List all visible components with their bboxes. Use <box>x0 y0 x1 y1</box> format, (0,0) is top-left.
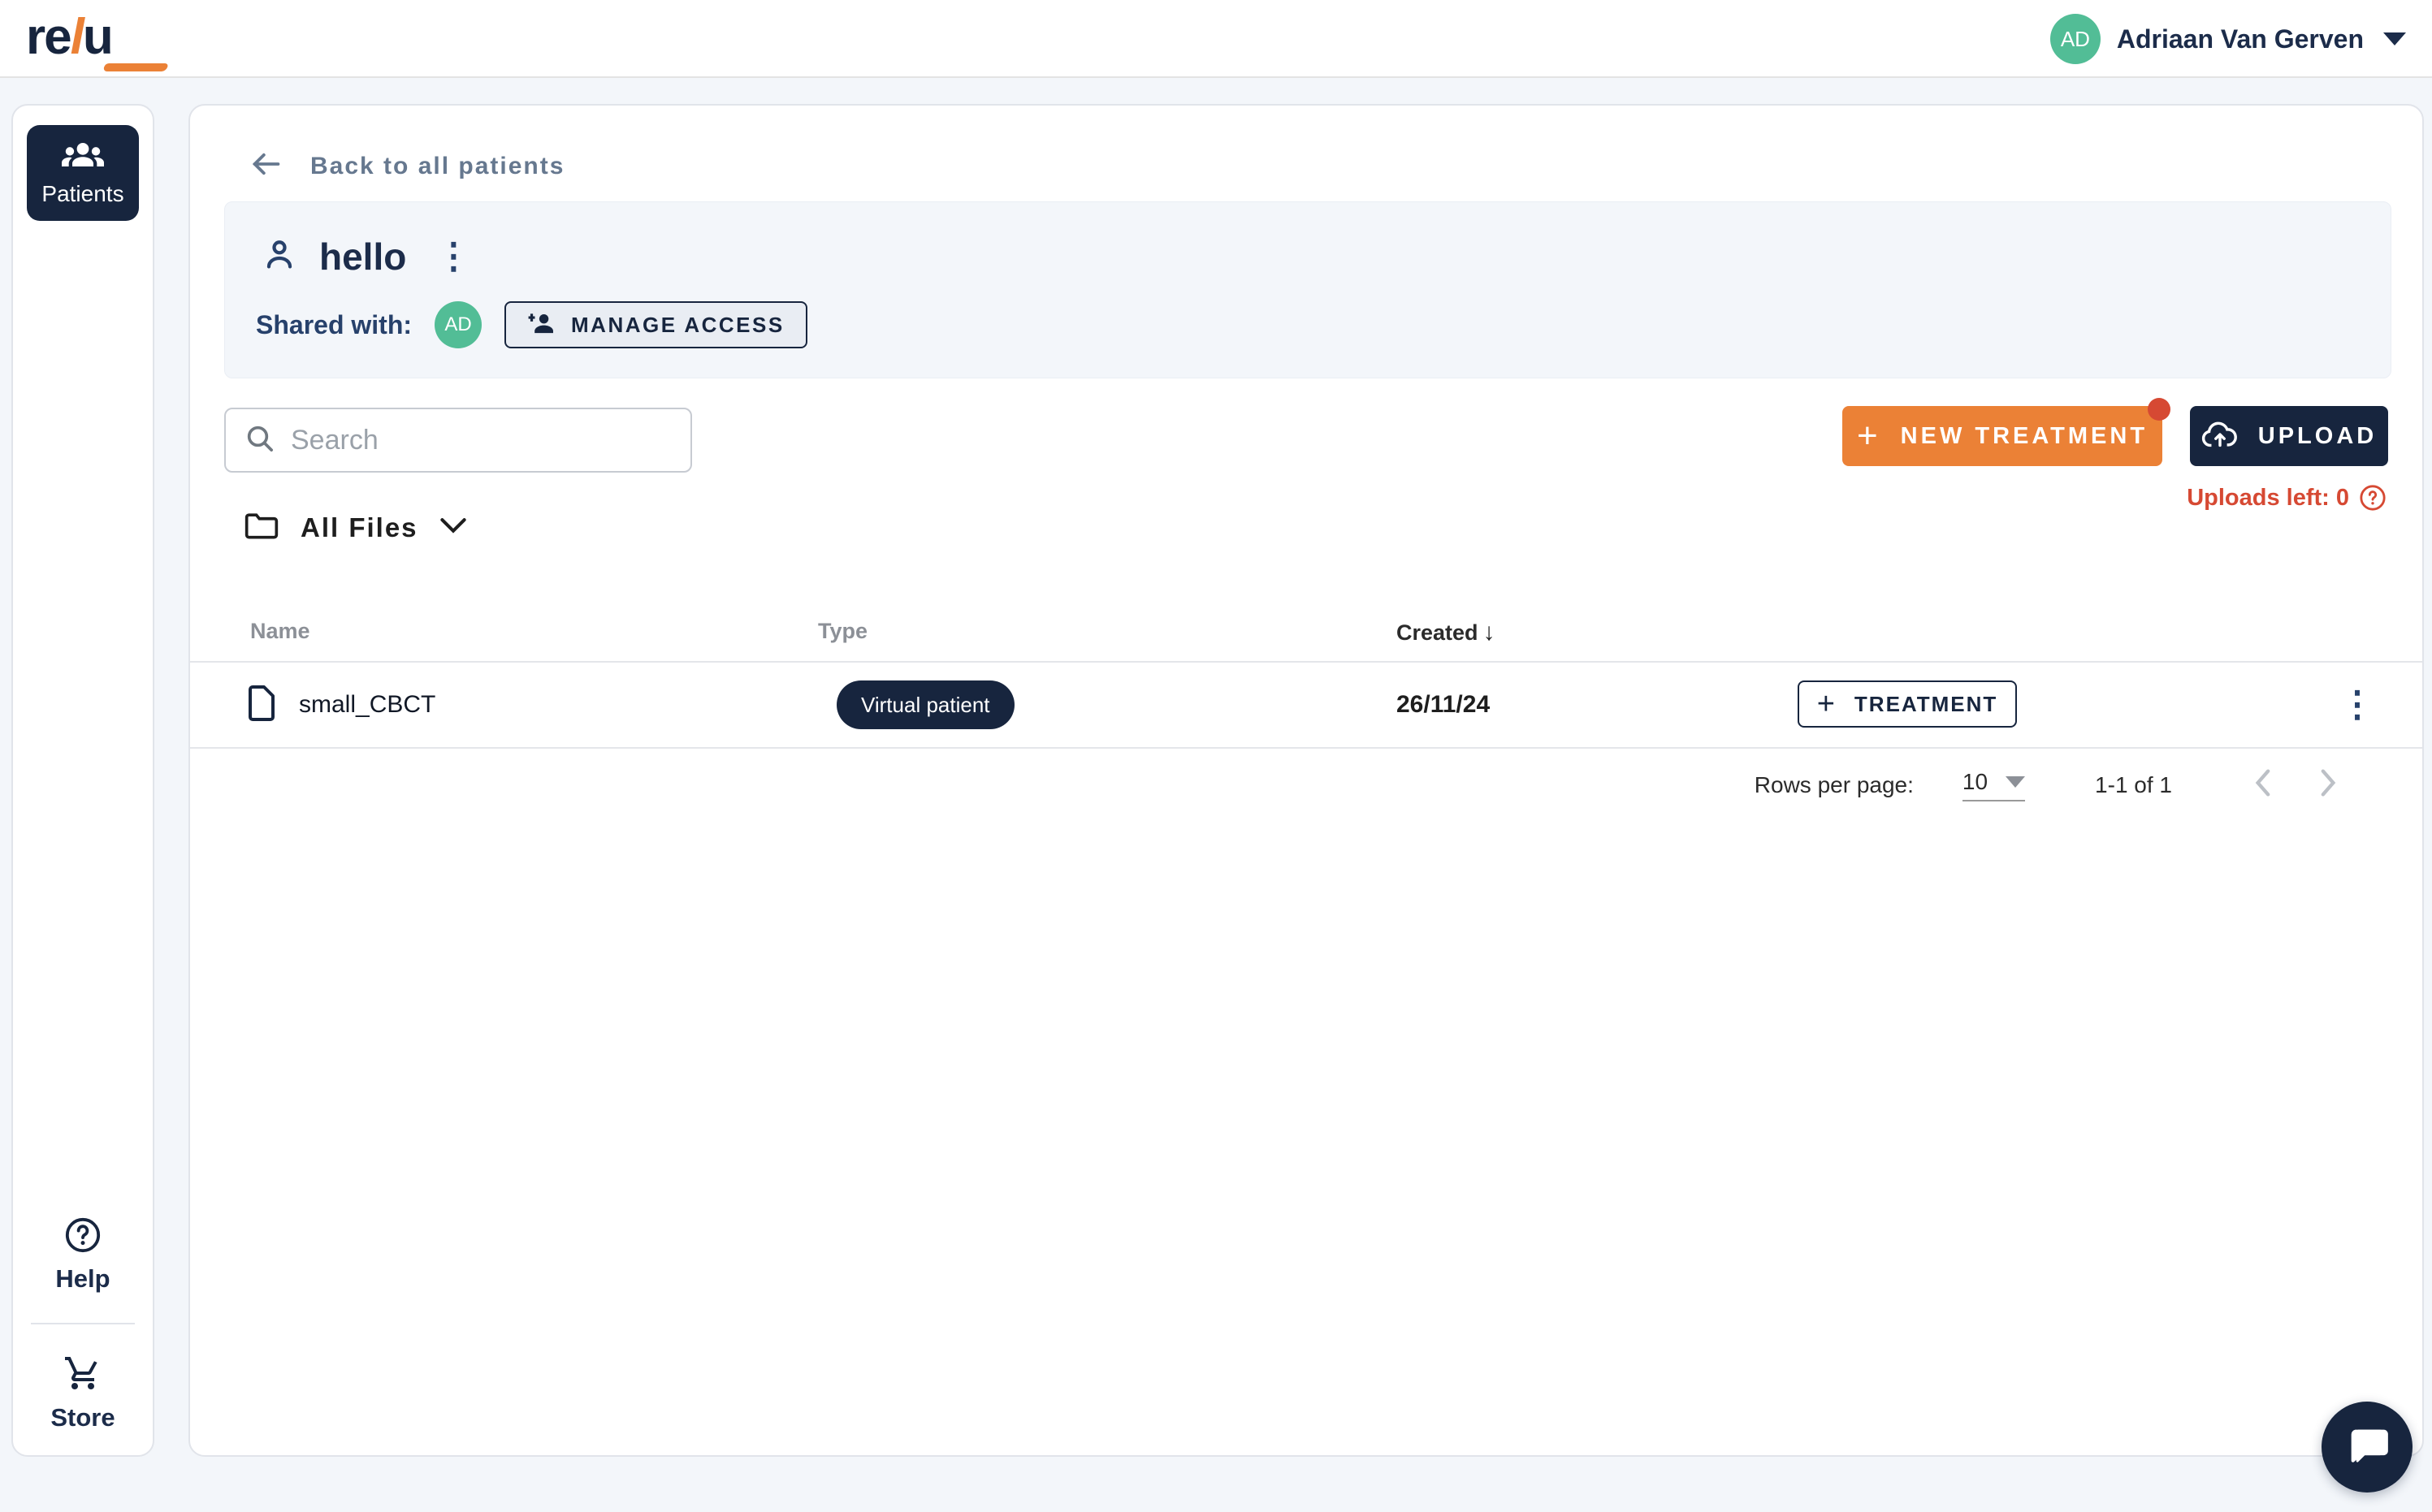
file-icon <box>247 685 276 725</box>
column-header-name[interactable]: Name <box>250 619 310 644</box>
logo-text: re <box>26 9 71 65</box>
search-icon <box>244 422 276 459</box>
pagination-range: 1-1 of 1 <box>2095 772 2172 798</box>
pagination-bar: Rows per page: 10 1-1 of 1 <box>1755 768 2341 801</box>
file-filter-label: All Files <box>301 512 418 543</box>
sidebar-item-label: Patients <box>41 181 123 207</box>
file-type-badge: Virtual patient <box>837 680 1015 729</box>
app-window: relu AD Adriaan Van Gerven Patients Help <box>0 0 2432 1512</box>
column-header-created[interactable]: Created ↓ <box>1396 619 1495 646</box>
pagination-nav <box>2250 768 2341 801</box>
patient-title-row: hello ⋮ <box>261 235 479 279</box>
new-treatment-button[interactable]: + NEW TREATMENT <box>1842 406 2162 466</box>
table-header: Name Type Created ↓ <box>190 619 2422 661</box>
person-add-icon <box>527 310 558 340</box>
treatment-label: TREATMENT <box>1854 692 1997 717</box>
upload-label: UPLOAD <box>2258 423 2377 450</box>
previous-page-icon[interactable] <box>2250 768 2274 801</box>
treatment-button[interactable]: + TREATMENT <box>1798 680 2017 728</box>
new-treatment-label: NEW TREATMENT <box>1901 423 2148 450</box>
shared-with-label: Shared with: <box>256 310 412 340</box>
chat-button[interactable] <box>2322 1402 2413 1493</box>
next-page-icon[interactable] <box>2317 768 2341 801</box>
uploads-left-text: Uploads left: 0 <box>2187 485 2349 512</box>
shared-with-row: Shared with: AD MANAGE ACCESS <box>256 301 807 348</box>
column-header-type[interactable]: Type <box>818 619 868 644</box>
upload-button[interactable]: UPLOAD <box>2190 406 2388 466</box>
table-row[interactable]: small_CBCT Virtual patient 26/11/24 + TR… <box>190 663 2422 747</box>
logo-underline-icon <box>102 63 168 71</box>
relu-logo[interactable]: relu <box>26 5 112 70</box>
patient-kebab-menu-icon[interactable]: ⋮ <box>427 239 479 274</box>
arrow-left-icon <box>250 151 283 181</box>
created-date: 26/11/24 <box>1396 663 1490 747</box>
sidebar-item-label: Store <box>50 1403 115 1432</box>
file-filter-dropdown[interactable]: All Files <box>244 510 467 545</box>
cloud-upload-icon <box>2201 421 2239 452</box>
rows-per-page-value: 10 <box>1962 769 1988 795</box>
sort-descending-icon: ↓ <box>1483 619 1495 646</box>
search-box <box>224 408 692 473</box>
plus-icon: + <box>1857 418 1878 454</box>
main-panel: Back to all patients hello ⋮ Shared with… <box>188 104 2424 1457</box>
sidebar-item-patients[interactable]: Patients <box>27 125 139 221</box>
notification-dot <box>2148 398 2170 421</box>
folder-icon <box>244 510 279 545</box>
sidebar-item-store[interactable]: Store <box>50 1354 115 1432</box>
sidebar-footer: Help Store <box>13 1216 153 1432</box>
search-input[interactable] <box>291 425 673 456</box>
sidebar-divider <box>31 1323 135 1324</box>
top-bar: relu AD Adriaan Van Gerven <box>0 0 2432 78</box>
person-icon <box>261 236 298 278</box>
row-kebab-menu-icon[interactable]: ⋮ <box>2331 687 2383 723</box>
column-header-created-label: Created <box>1396 620 1478 646</box>
file-name: small_CBCT <box>299 691 435 719</box>
patient-name: hello <box>319 235 406 279</box>
row-kebab-container: ⋮ <box>2331 663 2383 747</box>
table-divider <box>190 747 2422 749</box>
sidebar-item-label: Help <box>55 1264 110 1294</box>
manage-access-label: MANAGE ACCESS <box>571 313 785 338</box>
action-buttons: + NEW TREATMENT UPLOAD <box>1842 406 2388 466</box>
sidebar-item-help[interactable]: Help <box>55 1216 110 1294</box>
back-link-label: Back to all patients <box>310 153 565 180</box>
manage-access-button[interactable]: MANAGE ACCESS <box>504 301 807 348</box>
sidebar: Patients Help Store <box>11 104 154 1457</box>
chevron-down-icon <box>439 516 467 539</box>
cart-icon <box>63 1354 102 1397</box>
help-icon <box>64 1216 102 1258</box>
chevron-down-icon <box>2383 32 2406 45</box>
avatar: AD <box>2050 14 2101 64</box>
user-name: Adriaan Van Gerven <box>2117 24 2364 54</box>
chevron-down-icon <box>2006 776 2025 788</box>
user-menu[interactable]: AD Adriaan Van Gerven <box>2050 0 2406 78</box>
shared-avatar[interactable]: AD <box>435 301 482 348</box>
uploads-left-status: Uploads left: 0 <box>2187 484 2387 512</box>
plus-icon: + <box>1817 687 1835 722</box>
rows-per-page-label: Rows per page: <box>1755 772 1914 798</box>
patient-info-card: hello ⋮ Shared with: AD MANAGE ACCESS <box>224 201 2391 378</box>
rows-per-page-select[interactable]: 10 <box>1962 769 2025 801</box>
file-name-cell: small_CBCT <box>247 663 435 747</box>
back-to-patients-link[interactable]: Back to all patients <box>250 151 565 181</box>
question-circle-icon[interactable] <box>2359 484 2387 512</box>
chat-bubble-icon <box>2343 1422 2391 1473</box>
groups-icon <box>62 140 104 176</box>
